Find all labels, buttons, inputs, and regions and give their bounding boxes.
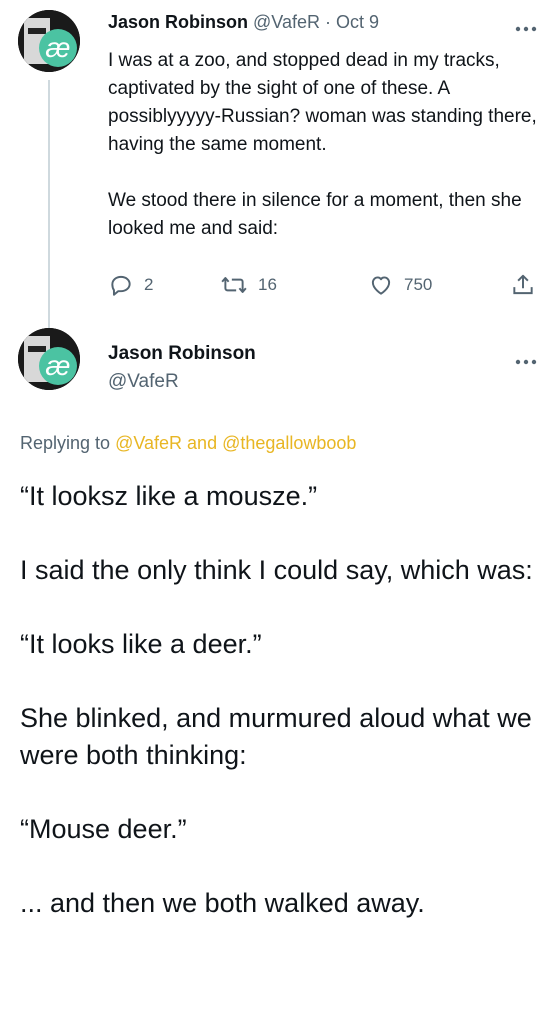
reply-button[interactable]: 2 [108, 272, 153, 298]
tweet-paragraph: “It looksz like a mousze.” [20, 481, 318, 511]
retweet-icon [221, 277, 247, 293]
author-name[interactable]: Jason Robinson [108, 12, 248, 32]
like-icon [371, 276, 391, 295]
tweet-paragraph: She blinked, and murmured aloud what we … [20, 703, 532, 770]
retweet-button[interactable]: 16 [220, 272, 277, 298]
tweet-actions: 2 16 750 [108, 272, 538, 300]
svg-text:æ: æ [46, 32, 71, 63]
tweet-header: Jason Robinson @VafeR · Oct 9 [108, 12, 379, 33]
avatar[interactable]: æ [18, 328, 80, 390]
avatar-image: æ [18, 328, 80, 390]
thread-connector-line [48, 80, 50, 335]
avatar[interactable]: æ [18, 10, 80, 72]
tweet-text: I was at a zoo, and stopped dead in my t… [108, 47, 548, 243]
more-options-button[interactable] [515, 349, 537, 369]
like-count: 750 [404, 275, 433, 294]
share-button[interactable] [510, 272, 536, 298]
author-handle[interactable]: @VafeR [108, 371, 179, 393]
avatar-image: æ [18, 10, 80, 72]
more-options-button[interactable] [515, 16, 537, 36]
retweet-count: 16 [258, 275, 277, 294]
reply-count: 2 [144, 275, 154, 294]
more-horizontal-icon [515, 26, 537, 32]
author-name[interactable]: Jason Robinson [108, 343, 256, 365]
tweet-paragraph: “It looks like a deer.” [20, 629, 262, 659]
tweet-paragraph: I was at a zoo, and stopped dead in my t… [108, 50, 537, 155]
replying-to: Replying to @VafeR and @thegallowboob [20, 433, 356, 454]
tweet-paragraph: We stood there in silence for a moment, … [108, 190, 522, 239]
more-horizontal-icon [515, 359, 537, 365]
reply-icon [111, 275, 131, 296]
tweet-text: “It looksz like a mousze.” I said the on… [20, 478, 550, 922]
tweet-paragraph: “Mouse deer.” [20, 814, 187, 844]
tweet-paragraph: ... and then we both walked away. [20, 888, 425, 918]
like-button[interactable]: 750 [368, 272, 432, 298]
share-icon [513, 274, 533, 295]
svg-text:æ: æ [46, 350, 71, 381]
replying-handles-link[interactable]: @VafeR and @thegallowboob [115, 433, 356, 453]
tweet-date[interactable]: Oct 9 [336, 12, 379, 32]
replying-prefix: Replying to [20, 433, 111, 453]
tweet-paragraph: I said the only think I could say, which… [20, 555, 533, 585]
separator: · [325, 12, 332, 32]
author-handle[interactable]: @VafeR [253, 12, 320, 32]
